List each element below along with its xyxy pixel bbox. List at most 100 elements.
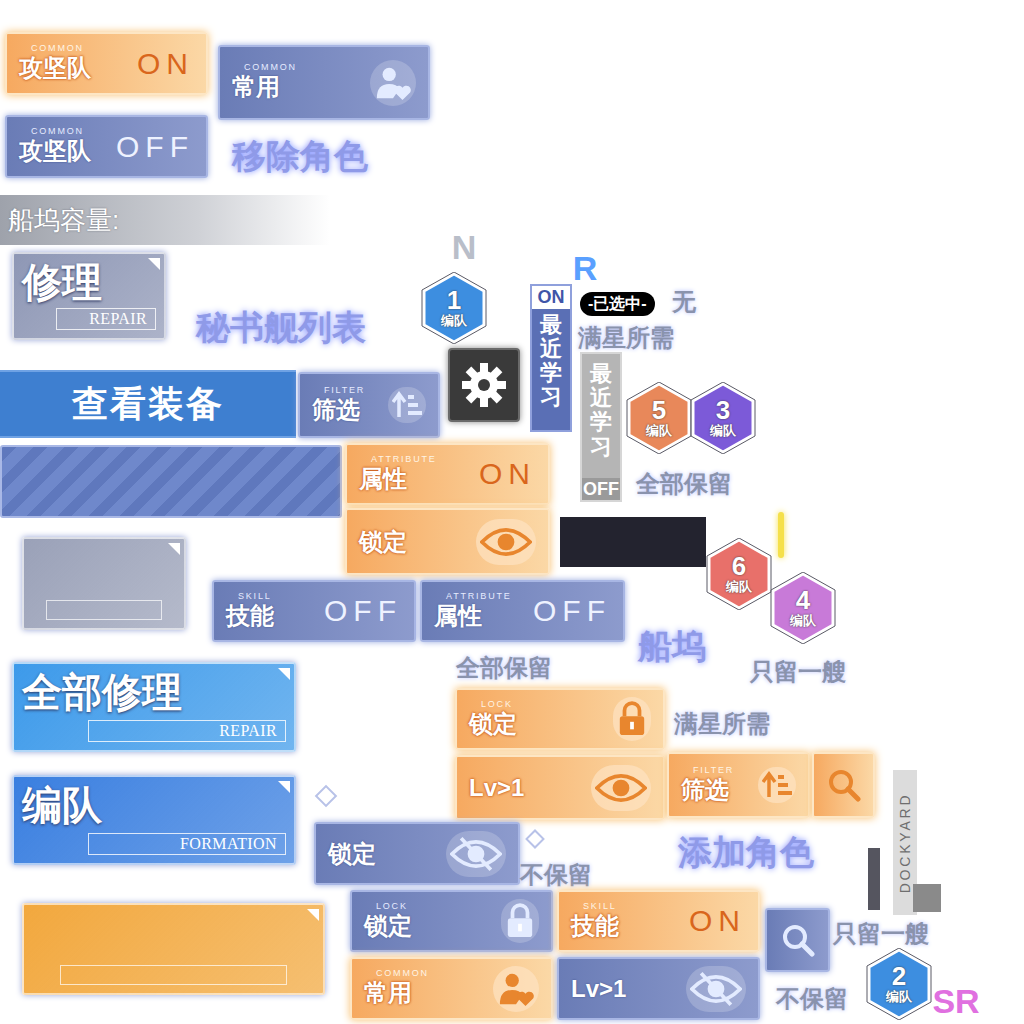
option-text: 全部保留 bbox=[636, 466, 754, 502]
badge-label: 编队 bbox=[886, 989, 912, 1005]
search-button[interactable] bbox=[812, 752, 875, 818]
toggle-button[interactable]: SKILL技能OFF bbox=[212, 580, 416, 642]
option-text: 不保留 bbox=[520, 858, 610, 892]
spacer bbox=[32, 547, 33, 557]
title-text: 移除角色 bbox=[232, 132, 412, 180]
card-title: 编队 bbox=[22, 785, 286, 825]
label-group: COMMON攻坚队 bbox=[19, 127, 91, 166]
action-card[interactable]: 修理REPAIR bbox=[12, 252, 166, 340]
badge-number: 4 bbox=[796, 587, 810, 613]
caption: LOCK bbox=[364, 902, 412, 911]
toggle-button[interactable]: COMMON攻坚队ON bbox=[5, 32, 208, 95]
card-title: 全部修理 bbox=[22, 672, 286, 712]
eye-icon bbox=[591, 765, 651, 811]
capacity-text: 船坞容量: bbox=[8, 207, 119, 233]
action-card[interactable]: 编队FORMATION bbox=[12, 775, 296, 865]
search-button[interactable] bbox=[765, 908, 830, 972]
label: 常用 bbox=[364, 978, 429, 1008]
hide-button[interactable]: Lv>1 bbox=[557, 957, 760, 1020]
button-face: ATTRIBUTE属性OFF bbox=[420, 580, 625, 642]
fleet-badge: 5编队 bbox=[626, 382, 692, 454]
heart-person-icon bbox=[493, 966, 539, 1012]
option-label: 全部保留 bbox=[636, 472, 732, 496]
toggle-button[interactable]: ATTRIBUTE属性 ON bbox=[345, 443, 550, 505]
filter-button[interactable]: FILTER筛选 bbox=[667, 752, 810, 818]
fleet-badge: 6编队 bbox=[706, 538, 772, 610]
option-label: 无 bbox=[672, 290, 696, 314]
label-group: Lv>1 bbox=[571, 974, 626, 1004]
sort-filter-icon bbox=[388, 387, 426, 423]
toggle-button[interactable]: ATTRIBUTE属性OFF bbox=[420, 580, 625, 642]
eye-icon bbox=[476, 519, 536, 565]
button-face: Lv>1 bbox=[455, 755, 665, 820]
label-group: FILTER筛选 bbox=[681, 766, 734, 805]
title-label: 秘书舰列表 bbox=[196, 310, 366, 344]
caption: COMMON bbox=[19, 44, 91, 53]
decoration bbox=[913, 884, 941, 912]
search-icon bbox=[827, 768, 861, 802]
button-face: COMMON攻坚队OFF bbox=[5, 115, 208, 178]
capacity-bar: 船坞容量: bbox=[0, 195, 330, 245]
tab-face: 最近学习OFF bbox=[580, 352, 622, 502]
label: 属性 bbox=[359, 464, 437, 494]
filter-button[interactable]: FILTER筛选 bbox=[298, 372, 440, 438]
view-button[interactable]: 锁定 bbox=[345, 508, 550, 575]
dark-block bbox=[560, 517, 706, 567]
lock-button[interactable]: LOCK锁定 bbox=[455, 688, 665, 750]
badge-number: 1 bbox=[447, 287, 461, 313]
state-text: ON bbox=[479, 459, 536, 489]
card-subtitle: REPAIR bbox=[88, 720, 286, 742]
label-group: 锁定 bbox=[328, 839, 376, 869]
button-face: ATTRIBUTE属性 ON bbox=[345, 443, 550, 505]
option-label: 不保留 bbox=[520, 863, 592, 887]
button-face: SKILL技能ON bbox=[557, 890, 760, 952]
lock-button[interactable]: LOCK锁定 bbox=[350, 890, 553, 952]
common-button[interactable]: COMMON常用 bbox=[218, 45, 430, 120]
action-card[interactable]: 全部修理 REPAIR bbox=[12, 662, 296, 752]
recent-tab[interactable]: 最近学习OFF bbox=[580, 352, 622, 502]
sprite-sheet: COMMON攻坚队ONCOMMON常用COMMON攻坚队OFF移除角色船坞容量:… bbox=[0, 0, 1024, 1024]
button-face: COMMON常用 bbox=[218, 45, 430, 120]
rarity-label: R bbox=[568, 250, 602, 286]
badge-number: 6 bbox=[732, 553, 746, 579]
caption: FILTER bbox=[312, 386, 365, 395]
corner-mark bbox=[148, 258, 160, 270]
toggle-button[interactable]: COMMON攻坚队OFF bbox=[5, 115, 208, 178]
button-face: SKILL技能OFF bbox=[212, 580, 416, 642]
fleet-badge: 3编队 bbox=[690, 382, 756, 454]
toggle-button[interactable]: SKILL技能ON bbox=[557, 890, 760, 952]
state-text: OFF bbox=[324, 596, 402, 626]
label-group: COMMON常用 bbox=[232, 63, 297, 102]
equipment-bar[interactable]: 查看装备 bbox=[0, 370, 296, 438]
eye-slash-icon bbox=[686, 966, 746, 1012]
option-text: 不保留 bbox=[776, 982, 866, 1016]
bar-label: 查看装备 bbox=[72, 386, 223, 422]
settings-button[interactable] bbox=[448, 348, 520, 422]
view-button[interactable]: Lv>1 bbox=[455, 755, 665, 820]
label-group: ATTRIBUTE属性 bbox=[359, 455, 437, 494]
caption: SKILL bbox=[571, 902, 619, 911]
title-label: 移除角色 bbox=[232, 139, 368, 173]
label: 属性 bbox=[434, 601, 512, 631]
label: 筛选 bbox=[312, 395, 365, 425]
badge-number: 2 bbox=[892, 963, 906, 989]
hide-button[interactable]: 锁定 bbox=[314, 822, 520, 885]
capacity-label: 船坞容量: bbox=[0, 195, 330, 245]
button-face: 锁定 bbox=[345, 508, 550, 575]
corner-mark bbox=[278, 781, 290, 793]
title-text: 秘书舰列表 bbox=[196, 303, 411, 351]
badge-label: 编队 bbox=[790, 613, 816, 629]
button-face: COMMON攻坚队ON bbox=[5, 32, 208, 95]
common-button[interactable]: COMMON常用 bbox=[350, 957, 553, 1020]
option-text: 无 bbox=[672, 284, 712, 320]
state-text: ON bbox=[689, 906, 746, 936]
badge-number: 3 bbox=[716, 397, 730, 423]
recent-tab[interactable]: ON最近学习 bbox=[530, 284, 572, 432]
striped-bar bbox=[0, 445, 342, 518]
decoration bbox=[868, 848, 880, 910]
label: 锁定 bbox=[328, 839, 376, 869]
button-face: Lv>1 bbox=[557, 957, 760, 1020]
option-text: 只留一艘 bbox=[833, 916, 951, 952]
title-label: 添加角色 bbox=[678, 835, 814, 869]
card-face bbox=[22, 903, 325, 995]
